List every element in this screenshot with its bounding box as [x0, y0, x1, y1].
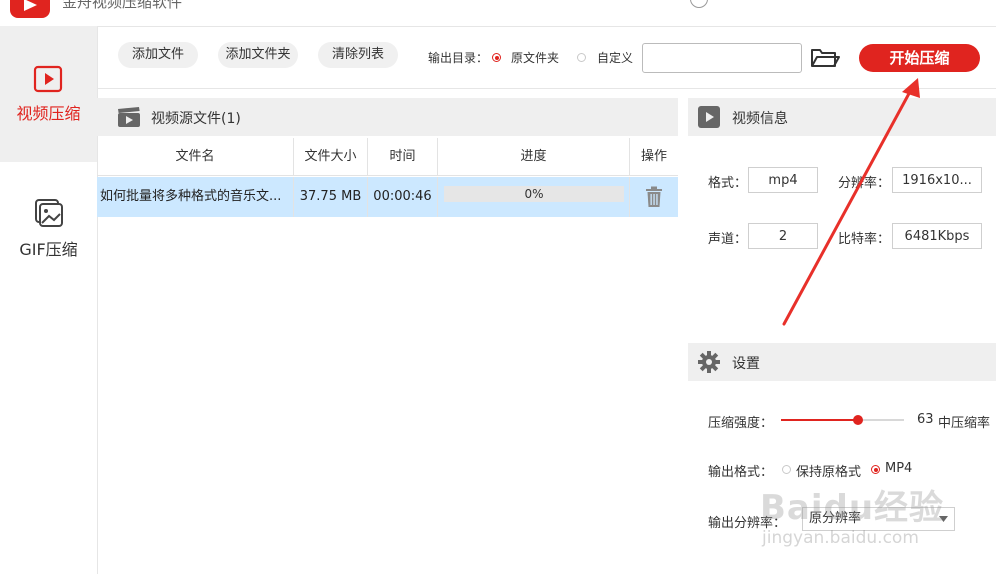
clear-list-button[interactable]: 清除列表: [318, 42, 398, 68]
strength-slider-fill: [781, 419, 859, 421]
add-file-button[interactable]: 添加文件: [118, 42, 198, 68]
gear-icon: [698, 351, 720, 373]
add-folder-button[interactable]: 添加文件夹: [218, 42, 298, 68]
nav-label-video-compress: 视频压缩: [16, 104, 81, 123]
strength-slider-handle[interactable]: [853, 415, 864, 425]
strength-text: 中压缩率: [938, 416, 991, 431]
watermark-url: jingyan.baidu.com: [762, 528, 919, 548]
output-dir-label: 输出目录：: [428, 51, 489, 65]
start-compress-button[interactable]: 开始压缩: [859, 44, 980, 72]
settings-title: 设置: [732, 356, 760, 372]
output-format-label: 输出格式：: [708, 465, 774, 480]
output-custom-label[interactable]: 自定义: [597, 49, 633, 66]
video-info-icon: [698, 106, 720, 128]
nav-item-video-compress[interactable]: 视频压缩: [0, 26, 97, 162]
output-original-label[interactable]: 原文件夹: [511, 49, 559, 66]
strength-value: 63: [917, 412, 934, 427]
format-mp4-label[interactable]: MP4: [885, 461, 912, 476]
output-original-radio[interactable]: [492, 53, 501, 62]
clapperboard-icon: [118, 107, 140, 127]
format-label: 格式：: [708, 176, 748, 191]
app-logo-icon: [10, 0, 50, 18]
watermark-logo: Baidu经验: [760, 488, 945, 528]
settings-header: 设置: [688, 343, 996, 381]
format-keep-original-radio[interactable]: [782, 465, 791, 474]
row-filename: 如何批量将多种格式的音乐文...: [97, 177, 294, 217]
output-path-input[interactable]: [642, 43, 802, 73]
row-duration: 00:00:46: [368, 177, 438, 217]
file-list-title: 视频源文件(1): [151, 111, 241, 127]
progress-text: 0%: [524, 187, 544, 201]
video-play-icon: [33, 65, 63, 93]
format-mp4-radio[interactable]: [871, 465, 880, 474]
nav-label-gif-compress: GIF压缩: [19, 240, 78, 259]
nav-item-gif-compress[interactable]: GIF压缩: [0, 162, 97, 298]
output-custom-radio[interactable]: [577, 53, 586, 62]
left-nav: 视频压缩 GIF压缩: [0, 26, 98, 574]
image-icon: [35, 199, 63, 227]
open-folder-icon[interactable]: [810, 46, 840, 70]
annotation-arrow: [782, 78, 920, 326]
strength-label: 压缩强度：: [708, 416, 774, 431]
column-header-progress: 进度: [438, 138, 630, 176]
column-header-action: 操作: [630, 138, 678, 176]
column-header-filename: 文件名: [97, 138, 294, 176]
delete-trash-icon[interactable]: [644, 186, 664, 208]
column-header-time: 时间: [368, 138, 438, 176]
column-header-size: 文件大小: [294, 138, 368, 176]
app-title: 金舟视频压缩软件: [62, 0, 183, 11]
channels-label: 声道：: [708, 232, 748, 247]
file-list-header: 视频源文件(1): [97, 98, 678, 136]
format-keep-original-label[interactable]: 保持原格式: [796, 461, 861, 480]
row-size: 37.75 MB: [294, 177, 368, 217]
